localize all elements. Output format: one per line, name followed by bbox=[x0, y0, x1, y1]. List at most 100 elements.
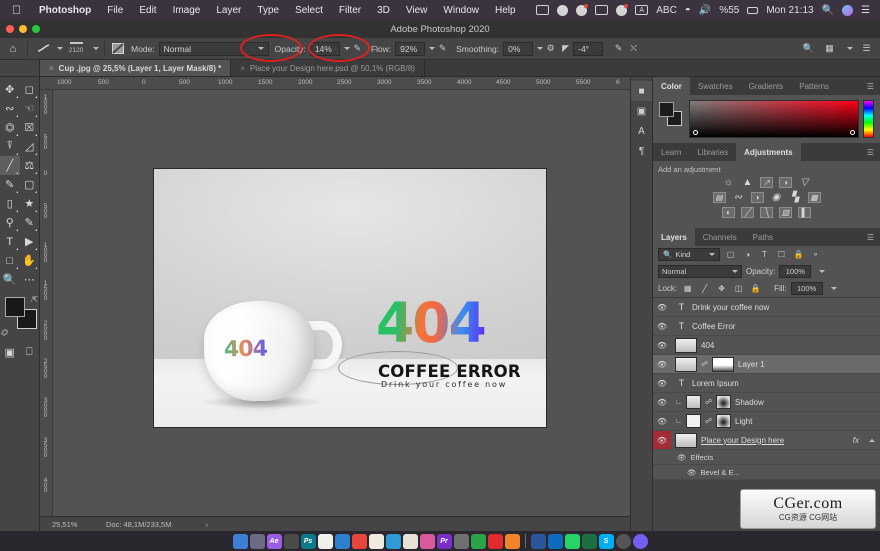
tab-adjustments[interactable]: Adjustments bbox=[736, 143, 801, 161]
mail-dock-icon[interactable] bbox=[504, 533, 520, 549]
wifi-icon[interactable]: ◓ bbox=[685, 5, 691, 16]
hue-slider[interactable] bbox=[863, 100, 874, 138]
minimize-button[interactable] bbox=[19, 25, 27, 33]
screen-record-icon[interactable] bbox=[536, 5, 550, 15]
pen-tool[interactable]: ✎ bbox=[20, 213, 40, 232]
layer-name[interactable]: 404 bbox=[701, 341, 875, 350]
airbrush-icon[interactable]: ✎ bbox=[435, 41, 450, 56]
layer-fill-input[interactable]: 100% bbox=[790, 282, 823, 295]
eye-icon[interactable]: 👁 bbox=[687, 468, 697, 477]
gradient-map-icon[interactable]: ▧ bbox=[779, 207, 792, 218]
close-button[interactable] bbox=[6, 25, 14, 33]
excel-dock-icon[interactable] bbox=[581, 533, 597, 549]
display-icon[interactable] bbox=[595, 5, 609, 15]
eye-icon[interactable]: 👁 bbox=[653, 398, 671, 407]
layer-name[interactable]: Place your Design here bbox=[701, 436, 849, 445]
panel-menu-icon[interactable]: ☰ bbox=[867, 143, 880, 161]
link-mask-icon[interactable]: ☍ bbox=[705, 417, 712, 425]
input-source-label[interactable]: ABC bbox=[656, 5, 677, 16]
layer-opacity-input[interactable]: 100% bbox=[779, 265, 812, 278]
posterize-icon[interactable]: ╱ bbox=[741, 207, 754, 218]
books-dock-icon[interactable] bbox=[368, 533, 384, 549]
table-row[interactable]: 👁 404 bbox=[653, 336, 880, 355]
edge-dock-icon[interactable] bbox=[385, 533, 401, 549]
checkmark-circle-icon[interactable] bbox=[557, 4, 569, 16]
finder-dock-icon[interactable] bbox=[232, 533, 248, 549]
menu-layer[interactable]: Layer bbox=[208, 5, 249, 16]
layer-name[interactable]: Coffee Error bbox=[692, 322, 875, 331]
smoothing-input[interactable]: 0% bbox=[503, 41, 534, 56]
menu-type[interactable]: Type bbox=[249, 5, 287, 16]
black-white-icon[interactable]: ◑ bbox=[750, 192, 764, 203]
launchpad-dock-icon[interactable] bbox=[249, 533, 265, 549]
menu-photoshop[interactable]: Photoshop bbox=[31, 5, 99, 16]
lock-artboard-icon[interactable]: ◫ bbox=[732, 282, 745, 295]
fill-chevron-down-icon[interactable] bbox=[830, 287, 837, 290]
menu-select[interactable]: Select bbox=[287, 5, 331, 16]
document-canvas[interactable]: 404 404 COFFEE ERROR Drink your coffee n… bbox=[154, 169, 546, 427]
menu-3d[interactable]: 3D bbox=[369, 5, 398, 16]
character-rail-icon[interactable]: A bbox=[631, 121, 652, 141]
threshold-icon[interactable]: ╲ bbox=[760, 207, 773, 218]
layer-thumbnail[interactable] bbox=[675, 337, 697, 353]
eye-icon[interactable]: 👁 bbox=[653, 360, 671, 369]
status-chevron-icon[interactable]: › bbox=[171, 520, 208, 529]
chevron-up-icon[interactable] bbox=[869, 438, 875, 442]
eye-icon[interactable]: 👁 bbox=[653, 379, 671, 388]
lock-image-icon[interactable]: ╱ bbox=[698, 282, 711, 295]
siri-icon[interactable] bbox=[842, 4, 854, 16]
workspace-chevron-down-icon[interactable] bbox=[847, 47, 853, 50]
vibrance-icon[interactable]: ▽ bbox=[798, 177, 811, 188]
outlook-dock-icon[interactable] bbox=[547, 533, 563, 549]
zoom-tool[interactable]: 🔍 bbox=[0, 270, 20, 289]
clock[interactable]: Mon 21:13 bbox=[766, 5, 813, 16]
home-icon[interactable]: ⌂ bbox=[4, 40, 22, 58]
link-mask-icon[interactable]: ☍ bbox=[701, 360, 708, 368]
menu-file[interactable]: File bbox=[99, 5, 131, 16]
flow-input[interactable]: 92% bbox=[395, 41, 426, 56]
layer-thumbnail[interactable] bbox=[675, 432, 697, 448]
swap-colors-icon[interactable]: ⇱ bbox=[31, 295, 38, 304]
eyedropper-tool[interactable]: ⍒ bbox=[0, 137, 20, 156]
levels-icon[interactable]: ▲ bbox=[741, 177, 754, 188]
premiere-dock-icon[interactable]: Pr bbox=[436, 533, 452, 549]
layer-thumbnail[interactable] bbox=[686, 395, 701, 409]
layer-name[interactable]: Light bbox=[735, 417, 875, 426]
lasso-tool[interactable]: ∾ bbox=[0, 99, 20, 118]
horizontal-ruler[interactable]: 1000 500 0 500 1000 1500 2000 2500 3000 … bbox=[40, 77, 630, 90]
brush-preset-icon[interactable] bbox=[33, 44, 53, 53]
table-row[interactable]: 👁 T Coffee Error bbox=[653, 317, 880, 336]
shape-filter-icon[interactable]: ☐ bbox=[775, 248, 788, 261]
document-tab-cup[interactable]: × Cup .jpg @ 25,5% (Layer 1, Layer Mask/… bbox=[40, 60, 232, 76]
eye-icon[interactable]: 👁 bbox=[653, 322, 671, 331]
panel-menu-icon[interactable]: ☰ bbox=[867, 228, 880, 246]
blur-tool[interactable]: ★ bbox=[20, 194, 40, 213]
brush-size-chevron-down-icon[interactable] bbox=[93, 47, 99, 50]
word-dock-icon[interactable] bbox=[530, 533, 546, 549]
eye-icon[interactable]: 👁 bbox=[653, 417, 671, 426]
lock-transparent-icon[interactable]: ▦ bbox=[681, 282, 694, 295]
quick-mask-icon[interactable]: ▣ bbox=[0, 343, 20, 362]
calendar-dock-icon[interactable] bbox=[351, 533, 367, 549]
menu-view[interactable]: View bbox=[398, 5, 436, 16]
search-icon[interactable]: 🔍 bbox=[822, 5, 834, 16]
layer-mask-thumbnail[interactable] bbox=[712, 356, 734, 372]
color-balance-icon[interactable]: ∾ bbox=[732, 192, 745, 203]
selective-color-icon[interactable]: ▌ bbox=[798, 207, 811, 218]
skype-dock-icon[interactable]: S bbox=[598, 533, 614, 549]
tab-layers[interactable]: Layers bbox=[653, 228, 695, 246]
symmetry-icon[interactable]: ⛌ bbox=[626, 41, 641, 56]
tab-gradients[interactable]: Gradients bbox=[741, 77, 792, 95]
trash-dock-icon[interactable] bbox=[615, 533, 631, 549]
color-rail-icon[interactable]: ■ bbox=[631, 81, 652, 101]
color-ramp[interactable] bbox=[689, 100, 859, 138]
brush-size-control[interactable]: 2120 bbox=[63, 42, 89, 55]
whatsapp-dock-icon[interactable] bbox=[564, 533, 580, 549]
eye-icon[interactable]: 👁 bbox=[653, 436, 671, 445]
close-icon[interactable]: × bbox=[240, 64, 245, 73]
history-rail-icon[interactable]: ▣ bbox=[631, 101, 652, 121]
layer-name[interactable]: Shadow bbox=[735, 398, 875, 407]
search-icon[interactable]: 🔍 bbox=[801, 41, 816, 56]
opera-dock-icon[interactable] bbox=[487, 533, 503, 549]
eraser-tool[interactable]: ▢ bbox=[20, 175, 40, 194]
